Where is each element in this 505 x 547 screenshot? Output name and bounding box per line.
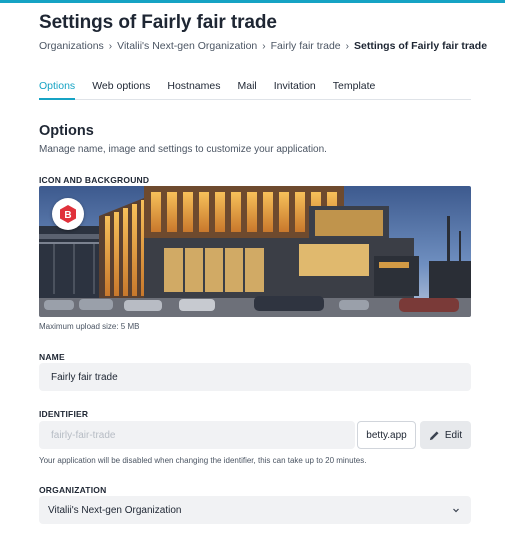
app-icon[interactable]: B xyxy=(52,198,84,230)
tab-template[interactable]: Template xyxy=(333,80,376,100)
page-title: Settings of Fairly fair trade xyxy=(39,12,277,33)
identifier-domain-suffix: betty.app xyxy=(357,421,416,449)
organization-label: ORGANIZATION xyxy=(39,485,107,495)
breadcrumb-organizations[interactable]: Organizations xyxy=(39,40,104,52)
svg-text:B: B xyxy=(64,210,71,221)
edit-label: Edit xyxy=(444,429,463,441)
identifier-label: IDENTIFIER xyxy=(39,409,89,419)
identifier-hint: Your application will be disabled when c… xyxy=(39,456,367,465)
chevron-right-icon: › xyxy=(262,40,266,52)
breadcrumb-application[interactable]: Fairly fair trade xyxy=(271,40,341,52)
breadcrumb-organization[interactable]: Vitalii's Next-gen Organization xyxy=(117,40,257,52)
chevron-right-icon: › xyxy=(345,40,349,52)
identifier-input[interactable]: fairly-fair-trade xyxy=(39,421,355,449)
tab-options[interactable]: Options xyxy=(39,80,76,100)
name-label: NAME xyxy=(39,352,65,362)
tab-invitation[interactable]: Invitation xyxy=(274,80,316,100)
name-input[interactable]: Fairly fair trade xyxy=(39,363,471,391)
tab-bar: Options Web options Hostnames Mail Invit… xyxy=(39,80,471,100)
section-description: Manage name, image and settings to custo… xyxy=(39,144,327,155)
icon-background-label: ICON AND BACKGROUND xyxy=(39,175,150,185)
betty-logo-icon: B xyxy=(60,205,76,223)
chevron-down-icon xyxy=(453,508,459,513)
tab-hostnames[interactable]: Hostnames xyxy=(167,80,220,100)
section-title: Options xyxy=(39,123,94,139)
breadcrumb: Organizations › Vitalii's Next-gen Organ… xyxy=(39,40,487,52)
chevron-right-icon: › xyxy=(108,40,113,52)
top-accent-bar xyxy=(0,0,505,3)
background-image[interactable] xyxy=(39,186,471,317)
edit-identifier-button[interactable]: Edit xyxy=(420,421,471,449)
breadcrumb-current: Settings of Fairly fair trade xyxy=(354,40,488,52)
organization-selected-value: Vitalii's Next-gen Organization xyxy=(48,504,182,516)
tab-mail[interactable]: Mail xyxy=(237,80,256,100)
tab-web-options[interactable]: Web options xyxy=(92,80,150,100)
pencil-icon xyxy=(429,430,439,440)
upload-size-hint: Maximum upload size: 5 MB xyxy=(39,322,140,331)
organization-select[interactable]: Vitalii's Next-gen Organization xyxy=(39,496,471,524)
